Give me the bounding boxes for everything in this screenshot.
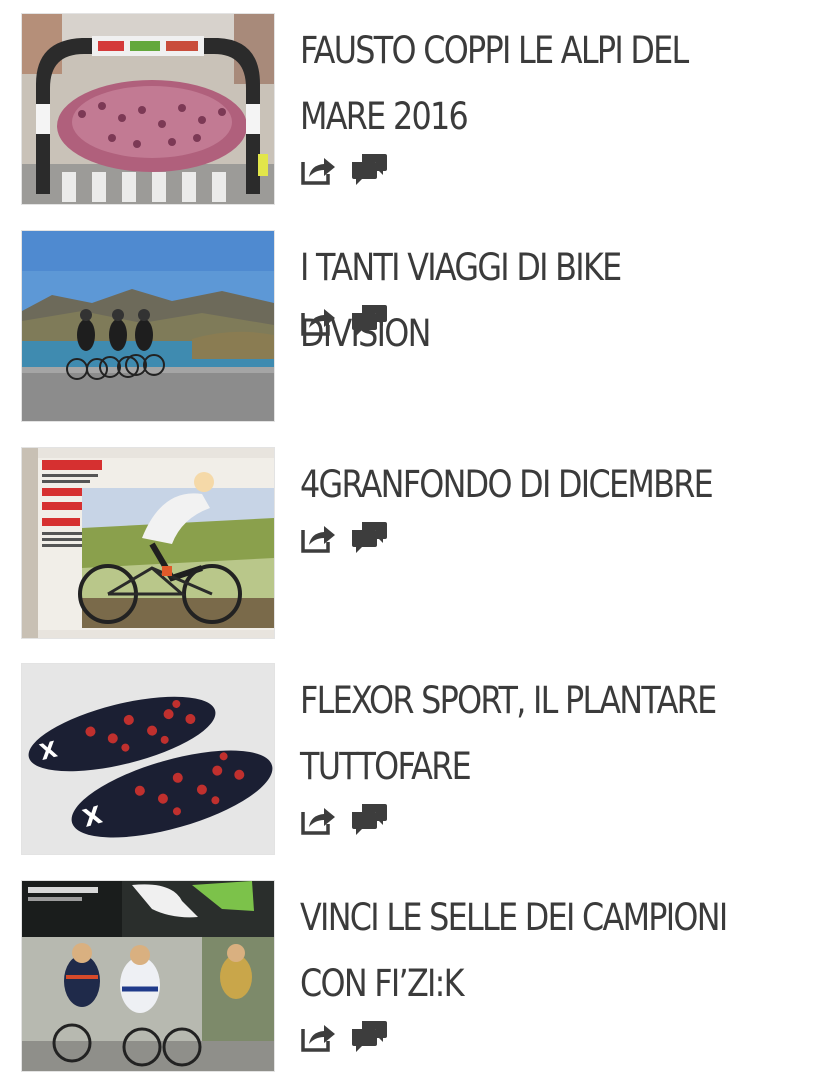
article-item[interactable]: VINCI LE SELLE DEI CAMPIONI CON FI’ZI:K <box>0 881 826 1091</box>
share-icon[interactable] <box>300 152 338 186</box>
article-title[interactable]: 4GRANFONDO DI DICEMBRE <box>300 452 744 518</box>
share-icon[interactable] <box>300 1019 338 1053</box>
share-icon[interactable] <box>300 802 338 836</box>
article-thumbnail[interactable] <box>22 881 274 1071</box>
article-actions <box>300 520 388 554</box>
article-actions <box>300 152 388 186</box>
comments-icon[interactable] <box>350 303 388 337</box>
article-title[interactable]: FLEXOR SPORT, IL PLANTARE TUTTOFARE <box>300 668 744 800</box>
article-actions <box>300 802 388 836</box>
article-item[interactable]: X X FLEXOR SPORT, IL PLANTARE TUTTOFARE <box>0 664 826 874</box>
share-icon[interactable] <box>300 520 338 554</box>
saddle-riders-photo <box>22 881 274 1071</box>
article-item[interactable]: FAUSTO COPPI LE ALPI DEL MARE 2016 <box>0 14 826 224</box>
article-title[interactable]: FAUSTO COPPI LE ALPI DEL MARE 2016 <box>300 18 744 150</box>
article-actions <box>300 1019 388 1053</box>
article-list: FAUSTO COPPI LE ALPI DEL MARE 2016 I TAN… <box>0 0 826 1078</box>
insoles-photo: X X <box>22 664 274 854</box>
article-title[interactable]: I TANTI VIAGGI DI BIKE DIVISION <box>300 235 744 367</box>
share-icon[interactable] <box>300 303 338 337</box>
article-thumbnail[interactable] <box>22 231 274 421</box>
article-thumbnail[interactable]: X X <box>22 664 274 854</box>
comments-icon[interactable] <box>350 520 388 554</box>
article-actions <box>300 303 388 337</box>
article-thumbnail[interactable] <box>22 448 274 638</box>
comments-icon[interactable] <box>350 802 388 836</box>
comments-icon[interactable] <box>350 1019 388 1053</box>
article-item[interactable]: I TANTI VIAGGI DI BIKE DIVISION <box>0 231 826 441</box>
article-title[interactable]: VINCI LE SELLE DEI CAMPIONI CON FI’ZI:K <box>300 885 744 1017</box>
riders-lake-photo <box>22 231 274 421</box>
comments-icon[interactable] <box>350 152 388 186</box>
finish-arch-photo <box>22 14 274 204</box>
article-item[interactable]: 4GRANFONDO DI DICEMBRE <box>0 448 826 658</box>
magazine-cyclist-photo <box>22 448 274 638</box>
article-thumbnail[interactable] <box>22 14 274 204</box>
